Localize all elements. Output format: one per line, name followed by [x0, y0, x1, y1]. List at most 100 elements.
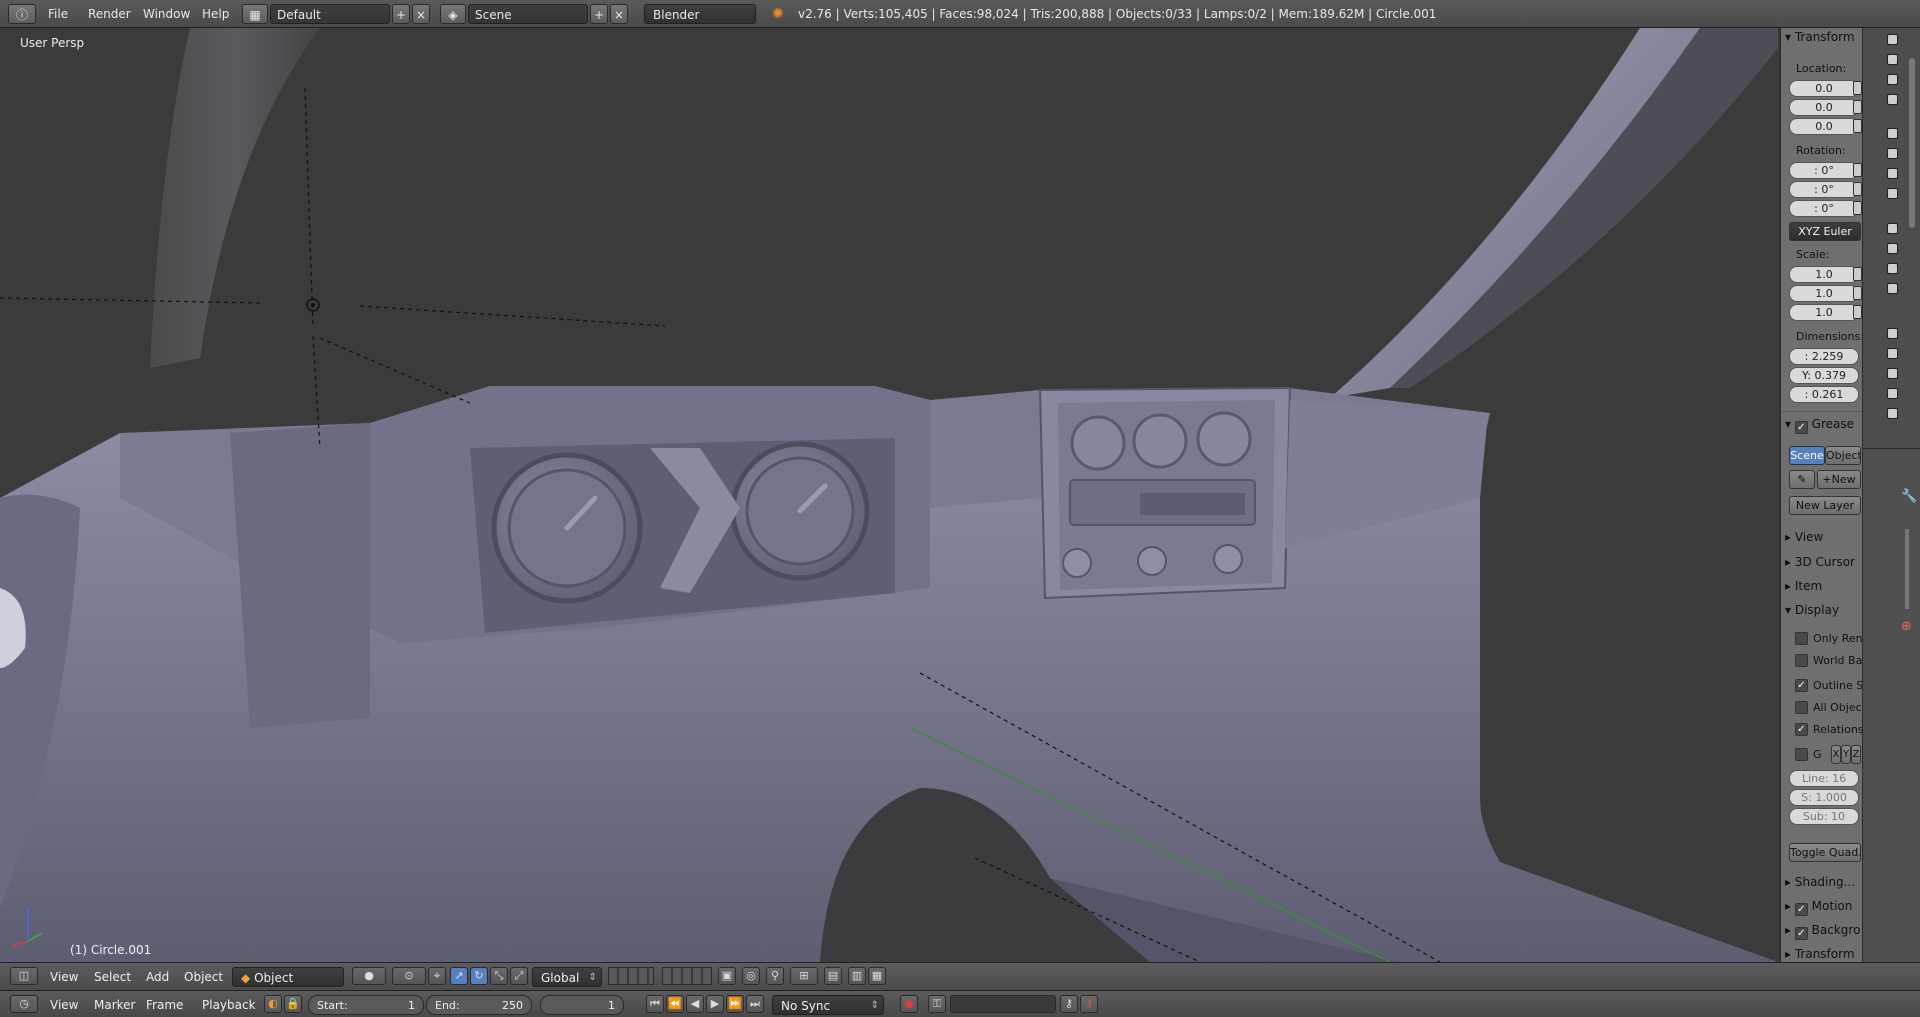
- dimension-y-field[interactable]: Y: 0.379: [1789, 367, 1859, 384]
- pivot-point-icon[interactable]: ⊙: [392, 967, 426, 985]
- lock-location-z-icon[interactable]: [1853, 119, 1862, 133]
- dimension-x-field[interactable]: : 2.259: [1789, 348, 1859, 365]
- outliner-visibility-icon[interactable]: [1887, 328, 1898, 339]
- location-x-field[interactable]: 0.0: [1789, 80, 1859, 97]
- lock-scale-y-icon[interactable]: [1853, 286, 1862, 300]
- lock-rotation-z-icon[interactable]: [1853, 201, 1862, 215]
- grease-pencil-icon[interactable]: ✎: [1789, 470, 1815, 489]
- outliner-visibility-icon[interactable]: [1887, 34, 1898, 45]
- outliner-scrollbar[interactable]: [1909, 58, 1915, 228]
- outliner-visibility-icon[interactable]: [1887, 283, 1898, 294]
- axis-z-toggle[interactable]: Z: [1851, 745, 1861, 764]
- outliner-visibility-icon[interactable]: [1887, 223, 1898, 234]
- outliner-visibility-icon[interactable]: [1887, 74, 1898, 85]
- new-layer-button[interactable]: New Layer: [1789, 496, 1861, 515]
- add-scene-icon[interactable]: +: [590, 4, 608, 24]
- menu-view[interactable]: View: [44, 967, 84, 987]
- location-y-field[interactable]: 0.0: [1789, 99, 1859, 116]
- render-engine-dropdown[interactable]: Blender Render: [644, 4, 756, 45]
- play-icon[interactable]: ▶: [706, 995, 724, 1013]
- scene-icon[interactable]: ◈: [440, 4, 466, 24]
- grease-tab-object[interactable]: Object: [1825, 446, 1861, 465]
- properties-editor-strip[interactable]: 🔧 ⊕: [1862, 448, 1920, 962]
- scale-z-field[interactable]: 1.0: [1789, 304, 1859, 321]
- only-render-checkbox[interactable]: [1795, 632, 1808, 645]
- lock-location-x-icon[interactable]: [1853, 81, 1862, 95]
- panel-view-header[interactable]: ▸ View: [1785, 530, 1823, 544]
- scale-y-field[interactable]: 1.0: [1789, 285, 1859, 302]
- scale-x-field[interactable]: 1.0: [1789, 266, 1859, 283]
- insert-keyframe-icon[interactable]: ⚷: [1060, 995, 1078, 1013]
- menu-object[interactable]: Object: [178, 967, 229, 987]
- translate-manipulator-icon[interactable]: ↗: [450, 967, 468, 985]
- snap-icon[interactable]: ⚲: [766, 967, 784, 985]
- grid-scale-field[interactable]: S: 1.000: [1789, 789, 1859, 806]
- outliner-visibility-icon[interactable]: [1887, 128, 1898, 139]
- rotation-x-field[interactable]: : 0°: [1789, 162, 1859, 179]
- screen-layout-icon[interactable]: ▦: [242, 4, 268, 24]
- sync-mode-dropdown[interactable]: No Sync: [772, 995, 884, 1016]
- preview-range-icon[interactable]: ◐: [264, 995, 282, 1013]
- snap-element-icon[interactable]: ⊞: [790, 967, 818, 985]
- dimension-z-field[interactable]: : 0.261: [1789, 386, 1859, 403]
- jump-to-keyframe-back-icon[interactable]: ⏪: [666, 995, 684, 1013]
- grease-tab-scene[interactable]: Scene: [1789, 446, 1825, 465]
- panel-shading-header[interactable]: ▸ Shading...: [1785, 875, 1855, 889]
- outliner-visibility-icon[interactable]: [1887, 388, 1898, 399]
- play-reverse-icon[interactable]: ◀: [686, 995, 704, 1013]
- outliner-visibility-icon[interactable]: [1887, 54, 1898, 65]
- toggle-quad-view-button[interactable]: Toggle Quad...: [1789, 843, 1861, 862]
- outliner-visibility-icon[interactable]: [1887, 348, 1898, 359]
- current-frame-field[interactable]: 1: [540, 995, 624, 1015]
- wrench-icon[interactable]: 🔧: [1901, 489, 1917, 505]
- outliner-visibility-icon[interactable]: [1887, 188, 1898, 199]
- axis-x-toggle[interactable]: X: [1831, 745, 1841, 764]
- remove-screen-icon[interactable]: ×: [412, 4, 430, 24]
- scale-manipulator-alt-icon[interactable]: ⤢: [510, 967, 528, 985]
- rotation-z-field[interactable]: : 0°: [1789, 200, 1859, 217]
- timeline-menu-frame[interactable]: Frame: [140, 995, 189, 1015]
- jump-to-keyframe-forward-icon[interactable]: ⏩: [726, 995, 744, 1013]
- world-background-checkbox[interactable]: [1795, 654, 1808, 667]
- timeline-menu-playback[interactable]: Playback: [196, 995, 262, 1015]
- jump-to-end-icon[interactable]: ⏭: [746, 995, 764, 1013]
- panel-background-header[interactable]: ▸ ✓ Backgro: [1785, 923, 1860, 940]
- all-object-origins-checkbox[interactable]: [1795, 701, 1808, 714]
- panel-3d-cursor-header[interactable]: ▸ 3D Cursor: [1785, 555, 1855, 569]
- panel-motion-header[interactable]: ▸ ✓ Motion: [1785, 899, 1852, 916]
- lock-layers-icon[interactable]: ▣: [718, 967, 736, 985]
- constraint-icon[interactable]: ⊕: [1901, 619, 1917, 635]
- viewport-shading-icon[interactable]: ●: [352, 967, 386, 985]
- menu-window[interactable]: Window: [137, 4, 196, 24]
- menu-select[interactable]: Select: [88, 967, 137, 987]
- properties-scrollbar[interactable]: [1905, 529, 1909, 609]
- lock-range-icon[interactable]: 🔒: [284, 995, 302, 1013]
- grease-new-button[interactable]: +New: [1817, 470, 1861, 489]
- outliner-visibility-icon[interactable]: [1887, 263, 1898, 274]
- timeline-menu-view[interactable]: View: [44, 995, 84, 1015]
- start-frame-field[interactable]: Start: 1: [308, 995, 424, 1015]
- editor-type-timeline-icon[interactable]: ◷: [10, 995, 38, 1013]
- location-z-field[interactable]: 0.0: [1789, 118, 1859, 135]
- timeline-menu-marker[interactable]: Marker: [88, 995, 141, 1015]
- grid-subdivisions-field[interactable]: Sub: 10: [1789, 808, 1859, 825]
- outliner-visibility-icon[interactable]: [1887, 148, 1898, 159]
- lock-location-y-icon[interactable]: [1853, 100, 1862, 114]
- outliner-visibility-icon[interactable]: [1887, 94, 1898, 105]
- panel-item-header[interactable]: ▸ Item: [1785, 579, 1822, 593]
- scene-field[interactable]: Scene: [468, 4, 588, 24]
- editor-type-3d-icon[interactable]: ◫: [10, 967, 38, 985]
- scene-layers-grid-b[interactable]: [662, 967, 712, 985]
- properties-shelf[interactable]: ▾ Transform Location: 0.0 0.0 0.0 Rotati…: [1780, 28, 1862, 962]
- active-keying-set-field[interactable]: [950, 995, 1056, 1013]
- panel-transform-orientations-header[interactable]: ▸ Transform: [1785, 947, 1855, 961]
- keying-set-icon[interactable]: ⚿: [928, 995, 946, 1013]
- auto-keying-record-icon[interactable]: ●: [900, 995, 918, 1013]
- axis-y-toggle[interactable]: Y: [1841, 745, 1851, 764]
- lock-scale-x-icon[interactable]: [1853, 267, 1862, 281]
- panel-display-header[interactable]: ▾ Display: [1785, 603, 1839, 617]
- remove-scene-icon[interactable]: ×: [610, 4, 628, 24]
- outliner-visibility-icon[interactable]: [1887, 243, 1898, 254]
- interaction-mode-dropdown[interactable]: ◆ Object Mode: [232, 967, 344, 1008]
- outliner-visibility-icon[interactable]: [1887, 168, 1898, 179]
